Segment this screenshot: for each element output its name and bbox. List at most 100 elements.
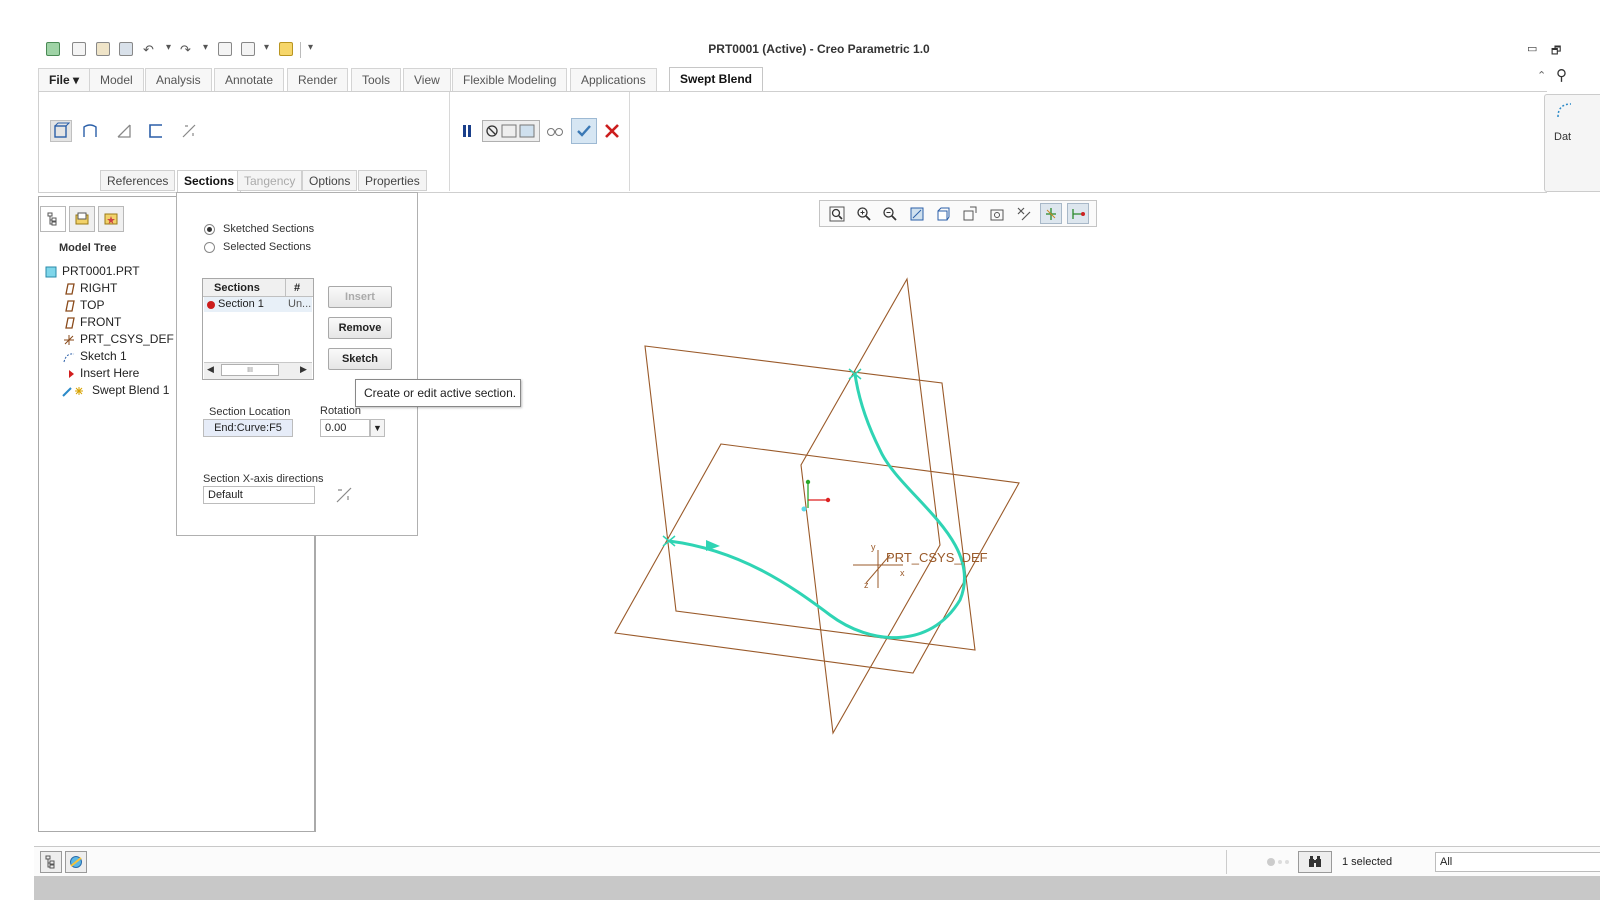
model-tree-header: Model Tree xyxy=(59,242,117,254)
tab-swept-blend[interactable]: Swept Blend xyxy=(669,67,764,92)
zoom-in-icon[interactable] xyxy=(853,203,875,224)
tree-item-top[interactable]: TOP xyxy=(44,297,174,314)
tab-file[interactable]: File ▾ xyxy=(38,68,91,91)
section-row-number: Un... xyxy=(288,298,312,310)
surface-icon[interactable] xyxy=(79,120,101,142)
radio-selected-sections[interactable]: Selected Sections xyxy=(204,241,311,253)
collapse-ribbon-icon[interactable]: ⌃ xyxy=(1537,69,1546,82)
xaxis-directions-field[interactable]: Default xyxy=(203,486,315,504)
folder-browser-tab-icon[interactable] xyxy=(69,206,95,232)
taskbar-strip xyxy=(34,876,1600,900)
cancel-x-icon[interactable] xyxy=(601,120,623,142)
tree-item-label: Insert Here xyxy=(80,366,140,380)
rotation-dropdown-icon[interactable]: ▼ xyxy=(370,419,385,437)
tab-tools[interactable]: Tools xyxy=(351,68,402,91)
xaxis-directions-label: Section X-axis directions xyxy=(203,473,324,485)
view-manager-icon[interactable] xyxy=(986,203,1008,224)
rotation-input[interactable]: 0.00 xyxy=(320,419,370,437)
sketch-button[interactable]: Sketch xyxy=(328,348,392,370)
datum-plane-front xyxy=(644,345,976,651)
selection-filter-dropdown[interactable]: All xyxy=(1435,852,1600,872)
tab-render[interactable]: Render xyxy=(287,68,349,91)
regenerate-icon[interactable] xyxy=(218,42,232,56)
solid-icon[interactable] xyxy=(50,120,72,142)
tree-item-sketch[interactable]: Sketch 1 xyxy=(44,348,174,365)
table-col-divider xyxy=(285,279,286,296)
show-navigator-icon[interactable] xyxy=(40,851,62,873)
preview-options-icon[interactable] xyxy=(482,120,540,142)
csys-icon xyxy=(62,333,76,347)
datum-plane-right xyxy=(800,277,941,735)
favorites-tab-icon[interactable] xyxy=(98,206,124,232)
redo-icon[interactable]: ↷ xyxy=(180,42,191,58)
tab-model[interactable]: Model xyxy=(89,68,144,91)
close-window-icon[interactable] xyxy=(279,42,293,56)
glasses-preview-icon[interactable] xyxy=(544,120,566,142)
windows-icon[interactable] xyxy=(241,42,255,56)
spin-center-icon[interactable] xyxy=(1040,203,1062,224)
remove-button[interactable]: Remove xyxy=(328,317,392,339)
part-icon xyxy=(44,265,58,279)
repaint-icon[interactable] xyxy=(906,203,928,224)
tree-item-label: FRONT xyxy=(80,315,122,329)
display-style-icon[interactable] xyxy=(932,203,954,224)
axis-y-label: y xyxy=(871,542,876,552)
model-tree-tab-icon[interactable] xyxy=(40,206,66,232)
zoom-out-icon[interactable] xyxy=(879,203,901,224)
scroll-thumb[interactable]: III xyxy=(221,364,279,376)
tree-item-right[interactable]: RIGHT xyxy=(44,280,174,297)
tree-item-csys[interactable]: PRT_CSYS_DEF xyxy=(44,331,174,348)
tree-item-front[interactable]: FRONT xyxy=(44,314,174,331)
radio-button[interactable] xyxy=(204,223,215,235)
tab-options[interactable]: Options xyxy=(302,170,358,191)
open-file-icon[interactable] xyxy=(96,42,110,56)
radio-button[interactable] xyxy=(204,241,215,253)
windows-dropdown-icon[interactable]: ▾ xyxy=(264,42,269,53)
save-icon[interactable] xyxy=(119,42,133,56)
undo-icon[interactable]: ↶ xyxy=(143,42,154,58)
pause-icon[interactable] xyxy=(456,120,478,142)
annotation-display-icon[interactable] xyxy=(1067,203,1089,224)
tab-annotate[interactable]: Annotate xyxy=(214,68,285,91)
undo-dropdown-icon[interactable]: ▾ xyxy=(166,42,171,53)
tab-sections[interactable]: Sections xyxy=(177,170,242,193)
csys-label: PRT_CSYS_DEF xyxy=(886,550,988,565)
datum-display-icon[interactable] xyxy=(1013,203,1035,224)
tab-references[interactable]: References xyxy=(100,170,176,191)
find-binoculars-icon[interactable] xyxy=(1298,851,1332,873)
show-browser-icon[interactable] xyxy=(65,851,87,873)
radio-sketched-sections[interactable]: Sketched Sections xyxy=(204,223,314,235)
remove-material-icon[interactable] xyxy=(113,120,135,142)
flip-direction-icon[interactable] xyxy=(178,120,200,142)
radio-label: Sketched Sections xyxy=(223,223,315,235)
datum-group-stub[interactable]: Dat xyxy=(1544,94,1600,192)
refit-icon[interactable] xyxy=(826,203,848,224)
apply-checkmark-icon[interactable] xyxy=(571,118,597,144)
datum-plane-icon xyxy=(62,299,76,313)
tab-properties[interactable]: Properties xyxy=(358,170,427,191)
tree-item-swept-blend[interactable]: Swept Blend 1 xyxy=(44,382,174,399)
new-file-icon[interactable] xyxy=(72,42,86,56)
datum-plane-icon xyxy=(62,316,76,330)
customize-toolbar-icon[interactable]: ▾ xyxy=(308,42,313,53)
scroll-left-icon[interactable]: ◀ xyxy=(207,364,214,375)
thicken-icon[interactable] xyxy=(145,120,167,142)
tab-view[interactable]: View xyxy=(403,68,451,91)
flip-xaxis-icon[interactable] xyxy=(335,486,353,504)
section-location-field[interactable]: End:Curve:F5 xyxy=(203,419,293,437)
tree-item-part[interactable]: PRT0001.PRT xyxy=(44,263,174,280)
tab-applications[interactable]: Applications xyxy=(570,68,657,91)
tree-item-insert-here[interactable]: Insert Here xyxy=(44,365,174,382)
regeneration-status-icon xyxy=(1266,856,1292,866)
search-icon[interactable]: ⚲ xyxy=(1556,66,1567,84)
insert-button[interactable]: Insert xyxy=(328,286,392,308)
redo-dropdown-icon[interactable]: ▾ xyxy=(203,42,208,53)
tab-analysis[interactable]: Analysis xyxy=(145,68,212,91)
minimize-button[interactable]: ▭ xyxy=(1527,42,1537,55)
datum-planes xyxy=(614,277,1020,735)
restore-button[interactable]: 🗗 xyxy=(1551,42,1561,61)
saved-orientations-icon[interactable] xyxy=(959,203,981,224)
scroll-right-icon[interactable]: ▶ xyxy=(300,364,307,375)
model-viewport[interactable]: PRT_CSYS_DEF y x z xyxy=(560,260,1040,750)
tab-flexible-modeling[interactable]: Flexible Modeling xyxy=(452,68,568,91)
